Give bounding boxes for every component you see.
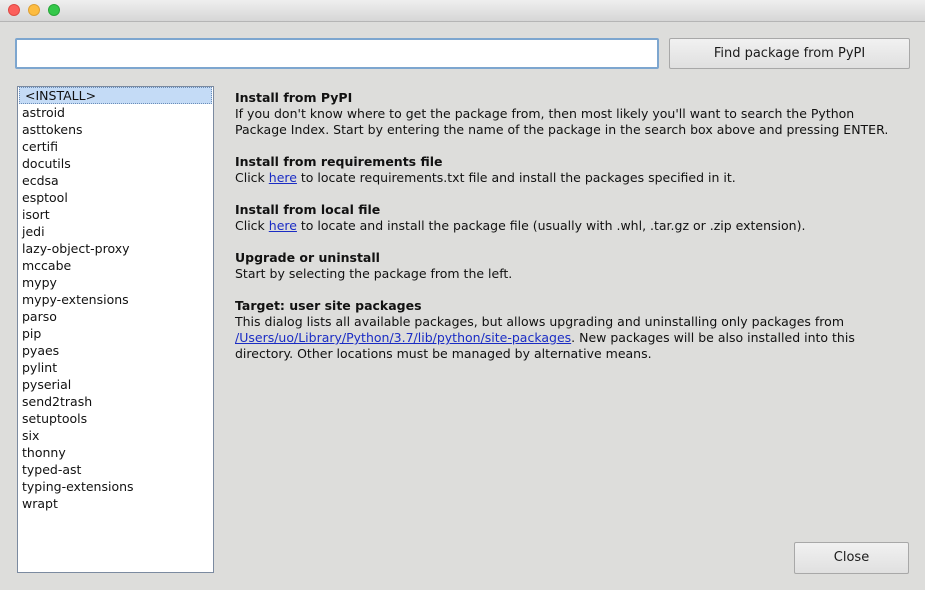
package-list-item[interactable]: typed-ast [18,461,213,478]
package-manager-window: Find package from PyPI <INSTALL> astroid a… [0,0,925,590]
section-title: Target: user site packages [235,298,422,313]
text-segment: Click [235,170,269,185]
section-title: Install from local file [235,202,381,217]
package-list-item[interactable]: docutils [18,155,213,172]
package-list-item[interactable]: mypy-extensions [18,291,213,308]
package-list-item[interactable]: pylint [18,359,213,376]
minimize-window-icon[interactable] [28,4,40,16]
package-list-item[interactable]: lazy-object-proxy [18,240,213,257]
package-list-item[interactable]: thonny [18,444,213,461]
section-target: Target: user site packages This dialog l… [235,298,910,362]
section-text: directory. Other locations must be manag… [235,346,652,361]
package-list-item[interactable]: wrapt [18,495,213,512]
site-packages-path-link[interactable]: /Users/uo/Library/Python/3.7/lib/python/… [235,330,571,345]
section-install-local: Install from local file Click here to lo… [235,202,910,234]
package-list-item[interactable]: pyaes [18,342,213,359]
section-install-pypi: Install from PyPI If you don't know wher… [235,90,910,138]
text-segment: to locate requirements.txt file and inst… [296,170,736,185]
local-file-link[interactable]: here [269,218,297,233]
maximize-window-icon[interactable] [48,4,60,16]
package-list-item[interactable]: certifi [18,138,213,155]
package-list-item[interactable]: mypy [18,274,213,291]
section-upgrade-uninstall: Upgrade or uninstall Start by selecting … [235,250,910,282]
section-text: /Users/uo/Library/Python/3.7/lib/python/… [235,330,910,346]
section-install-requirements: Install from requirements file Click her… [235,154,910,186]
close-button[interactable]: Close [794,542,909,574]
find-package-button[interactable]: Find package from PyPI [669,38,910,69]
section-title: Install from PyPI [235,90,353,105]
package-list-item[interactable]: setuptools [18,410,213,427]
text-segment: . New packages will be also installed in… [571,330,855,345]
package-list-item[interactable]: asttokens [18,121,213,138]
section-title: Upgrade or uninstall [235,250,380,265]
search-input[interactable] [15,38,659,69]
requirements-file-link[interactable]: here [269,170,297,185]
package-list-item[interactable]: <INSTALL> [19,87,212,104]
package-list-item[interactable]: astroid [18,104,213,121]
package-list-item[interactable]: typing-extensions [18,478,213,495]
package-list-item[interactable]: send2trash [18,393,213,410]
package-list-item[interactable]: isort [18,206,213,223]
section-text: If you don't know where to get the packa… [235,106,855,121]
section-title: Install from requirements file [235,154,443,169]
package-list-item[interactable]: six [18,427,213,444]
section-text: Click here to locate requirements.txt fi… [235,170,910,186]
close-window-icon[interactable] [8,4,20,16]
text-segment: to locate and install the package file (… [296,218,806,233]
package-list-item[interactable]: pyserial [18,376,213,393]
section-text: Click here to locate and install the pac… [235,218,910,234]
package-list-item[interactable]: pip [18,325,213,342]
section-text: Package Index. Start by entering the nam… [235,122,889,137]
package-list-item[interactable]: ecdsa [18,172,213,189]
title-bar [0,0,925,22]
package-list-item[interactable]: mccabe [18,257,213,274]
section-text: Start by selecting the package from the … [235,266,513,281]
package-list-item[interactable]: parso [18,308,213,325]
package-list-item[interactable]: jedi [18,223,213,240]
package-list[interactable]: <INSTALL> astroid asttokens certifi docutils… [17,86,214,573]
section-text: This dialog lists all available packages… [235,314,844,329]
package-list-item[interactable]: esptool [18,189,213,206]
text-segment: Click [235,218,269,233]
info-panel: Install from PyPI If you don't know wher… [235,90,910,378]
